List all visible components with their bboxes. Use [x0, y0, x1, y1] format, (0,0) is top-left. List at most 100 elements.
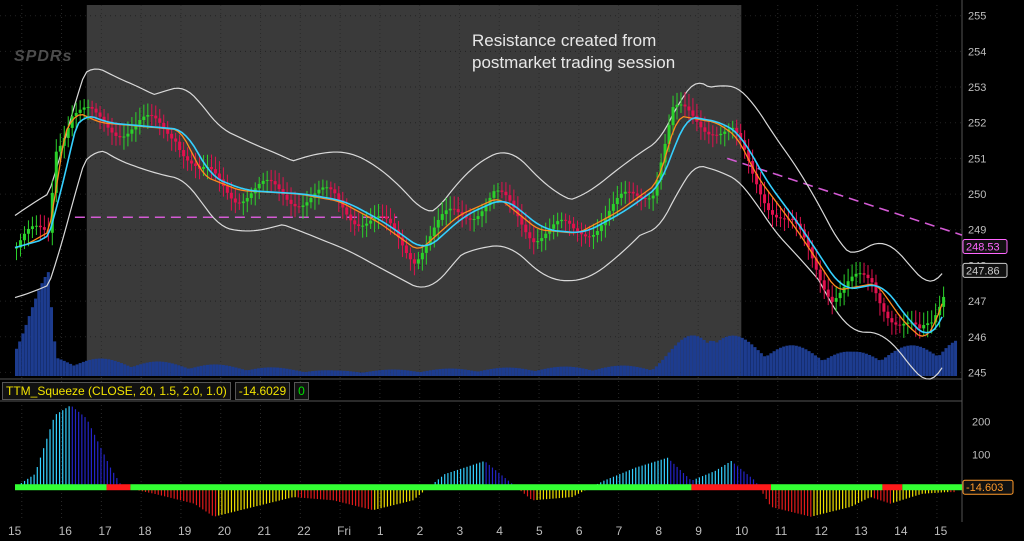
- volume-bar: [205, 364, 209, 376]
- time-tick-10: 2: [417, 524, 424, 538]
- volume-bar: [568, 366, 572, 376]
- candle-body: [830, 296, 834, 302]
- volume-bar: [384, 369, 388, 376]
- candle-body: [878, 293, 882, 304]
- candle-body: [862, 273, 866, 275]
- candle-body: [293, 203, 297, 207]
- volume-bar: [708, 340, 712, 376]
- volume-bar: [941, 351, 945, 376]
- volume-bar: [540, 369, 544, 376]
- time-axis[interactable]: 15 16 17 18 19 20 21 22 Fri 1 2 3 4 5 6 7 8 9 10 11 12 13 14 15: [8, 524, 948, 538]
- volume-bar: [298, 371, 302, 376]
- volume-bar: [65, 362, 69, 376]
- candle-body: [190, 160, 194, 164]
- volume-bar: [852, 351, 856, 376]
- volume-bar: [161, 361, 165, 376]
- extended-hours-shading: [0, 0, 1024, 522]
- candle-body: [583, 234, 587, 237]
- volume-bar: [183, 367, 187, 376]
- price-tick-2: 247: [968, 296, 986, 308]
- candle-body: [361, 225, 365, 227]
- candle-body: [763, 194, 767, 204]
- volume-bar: [320, 370, 324, 376]
- volume-bar: [167, 362, 171, 376]
- candle-body: [321, 187, 325, 190]
- volume-bar: [731, 335, 735, 376]
- volume-bar: [53, 341, 57, 376]
- candle-body: [703, 127, 707, 132]
- volume-bar: [899, 347, 903, 376]
- volume-bar: [658, 363, 662, 376]
- candle-body: [476, 216, 480, 220]
- candle-body: [82, 107, 86, 110]
- volume-bar: [689, 335, 693, 376]
- candle-body: [587, 236, 591, 238]
- candle-body: [154, 115, 158, 119]
- volume-bar: [126, 365, 130, 376]
- candle-body: [114, 132, 118, 136]
- time-tick-11: 3: [456, 524, 463, 538]
- volume-bar: [15, 348, 18, 376]
- price-label-0: 248.53: [966, 242, 1000, 254]
- volume-bar: [123, 364, 127, 376]
- chart-canvas[interactable]: 245 246 247 2 4 8 249 250 251 252 253 254 255 248.53 2…: [0, 0, 1024, 541]
- volume-bar: [355, 372, 359, 376]
- candle-body: [838, 292, 842, 299]
- candle-body: [647, 198, 651, 200]
- candle-body: [257, 183, 261, 189]
- study-header[interactable]: TTM_Squeeze (CLOSE, 20, 1.5, 2.0, 1.0) -…: [2, 382, 309, 400]
- volume-bar: [100, 358, 104, 376]
- volume-bar: [934, 355, 938, 376]
- price-tick-4: 249: [968, 225, 986, 237]
- candle-body: [377, 216, 381, 218]
- volume-bar: [260, 367, 264, 376]
- volume-bar: [925, 349, 929, 376]
- candle-body: [369, 220, 373, 224]
- volume-bar: [753, 347, 757, 376]
- volume-bar: [234, 367, 238, 376]
- candle-body: [870, 278, 874, 283]
- volume-bar: [228, 366, 232, 376]
- volume-bar: [209, 364, 213, 376]
- volume-bar: [673, 345, 677, 376]
- volume-bar: [642, 368, 646, 376]
- volume-bar: [667, 352, 671, 376]
- candle-body: [233, 198, 237, 203]
- volume-bar: [263, 367, 267, 376]
- volume-bar: [21, 333, 25, 376]
- candle-body: [930, 322, 934, 324]
- volume-bar: [537, 370, 541, 376]
- time-tick-7: 22: [297, 524, 311, 538]
- volume-bar: [559, 366, 563, 376]
- candle-body: [329, 187, 333, 190]
- volume-bar: [336, 370, 340, 376]
- candle-body: [902, 323, 906, 326]
- candle-body: [277, 184, 281, 190]
- volume-bar: [664, 356, 668, 376]
- volume-bar: [218, 364, 222, 376]
- volume-bar: [447, 368, 451, 376]
- volume-bar: [562, 366, 566, 376]
- volume-bar: [632, 366, 636, 376]
- volume-bar: [530, 370, 534, 376]
- volume-bar: [428, 370, 432, 376]
- candle-body: [723, 131, 727, 134]
- volume-bar: [164, 362, 168, 376]
- volume-bar: [788, 345, 792, 376]
- volume-bar: [769, 353, 773, 376]
- candle-body: [432, 227, 436, 237]
- candle-body: [595, 231, 599, 235]
- candle-body: [767, 203, 771, 211]
- volume-bar: [339, 370, 343, 376]
- volume-bar: [174, 364, 178, 376]
- volume-bar: [842, 351, 846, 376]
- candle-body: [345, 207, 349, 215]
- volume-bar: [451, 368, 455, 376]
- study-name[interactable]: TTM_Squeeze (CLOSE, 20, 1.5, 2.0, 1.0): [2, 382, 231, 400]
- candle-body: [942, 296, 946, 307]
- candle-body: [683, 104, 687, 107]
- volume-bar: [954, 340, 958, 376]
- volume-bar: [775, 349, 779, 376]
- volume-bar: [104, 358, 108, 376]
- volume-bar: [438, 369, 442, 376]
